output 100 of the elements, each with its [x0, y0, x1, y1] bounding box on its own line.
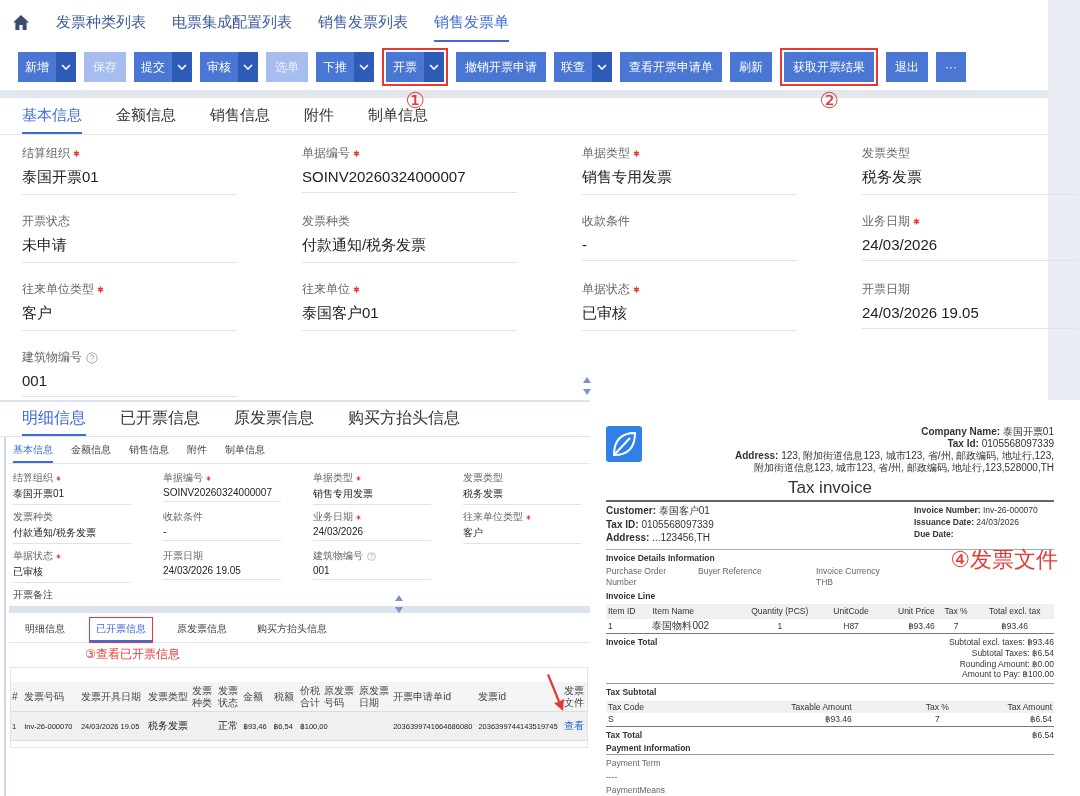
section-heading: Invoice Details Information [606, 552, 715, 564]
tab[interactable]: 原发票信息 [234, 408, 314, 436]
caret-icon[interactable] [177, 64, 187, 70]
field-label: 开票日期 [163, 549, 203, 563]
column-header: 原发票号码 [323, 682, 358, 712]
tab[interactable]: 基本信息 [22, 106, 82, 134]
table-cell: 泰国物料002 [650, 618, 737, 634]
caret-icon[interactable] [61, 64, 71, 70]
toolbar-button[interactable]: 获取开票结果 [784, 52, 874, 82]
tab[interactable]: 明细信息 [19, 618, 71, 642]
column-header: # [11, 682, 24, 712]
column-header: Item Name [650, 604, 737, 619]
tab[interactable]: 购买方抬头信息 [348, 408, 460, 436]
field-label: 单据编号 [302, 145, 360, 162]
table-cell: 税务发票 [146, 711, 192, 741]
payment-item: PaymentMeans [606, 785, 667, 796]
toolbar-button[interactable]: 查看开票申请单 [620, 52, 722, 82]
split-button[interactable]: 审核 [200, 52, 258, 82]
field-value: 001 [313, 565, 431, 580]
scroll-arrows-icon[interactable] [394, 594, 404, 614]
tab[interactable]: 销售信息 [129, 443, 169, 463]
toolbar-button[interactable]: ··· [936, 52, 966, 82]
leaf-logo-icon [606, 426, 642, 462]
field-value: 销售专用发票 [313, 487, 431, 505]
column-header: 税额 [272, 682, 299, 712]
column-header: Tax Code [606, 700, 682, 714]
column-header: 发票文件 [562, 682, 587, 712]
column-header: 原发票日期 [357, 682, 393, 712]
tab[interactable]: 附件 [187, 443, 207, 463]
table-cell: 正常 [216, 711, 243, 741]
tab[interactable]: 购买方抬头信息 [251, 618, 333, 642]
field-value: 24/03/2026 19.05 [862, 304, 1077, 329]
tab[interactable]: 金额信息 [116, 106, 176, 134]
column-header: 发票id [477, 682, 563, 712]
company-info-line: Tax Id: 0105568097339 [946, 438, 1054, 450]
toolbar-button[interactable]: 撤销开票申请 [456, 52, 546, 82]
tab[interactable]: 已开票信息 [90, 618, 152, 642]
table-cell: H87 [823, 618, 879, 634]
field-value: 24/03/2026 [862, 236, 1077, 261]
field-value: 税务发票 [862, 168, 1077, 195]
field-value: 客户 [22, 304, 237, 331]
field-label: 往来单位类型 [22, 281, 104, 298]
split-button[interactable]: 开票 [386, 52, 444, 82]
field-value: 24/03/2026 19.05 [163, 565, 281, 580]
nav-tab[interactable]: 销售发票单 [434, 2, 509, 42]
nav-tab[interactable]: 发票种类列表 [56, 2, 146, 42]
tab[interactable]: 附件 [304, 106, 334, 134]
tab[interactable]: 基本信息 [13, 443, 53, 463]
scroll-arrows-icon[interactable] [582, 376, 592, 396]
caret-icon[interactable] [429, 64, 439, 70]
tab[interactable]: 明细信息 [22, 408, 86, 436]
column-header: 价税合计 [298, 682, 324, 712]
field-label: 单据类型 [582, 145, 640, 162]
field-label: 建筑物编号 [313, 549, 376, 563]
section-heading: Payment Information [606, 743, 1054, 755]
detail-label: Purchase Order Number [606, 566, 667, 588]
invoice-info-line: Due Date: [914, 528, 955, 540]
field-value: 销售专用发票 [582, 168, 797, 195]
total-line: Subtotal Taxes: ฿6.54 [970, 648, 1054, 659]
table-cell: ฿6.54 [962, 713, 1054, 727]
field-label: 发票类型 [463, 471, 503, 485]
field-value: 已审核 [582, 304, 797, 331]
toolbar-button[interactable]: 退出 [886, 52, 928, 82]
split-button[interactable]: 新增 [18, 52, 76, 82]
table-cell: 7 [911, 713, 963, 727]
table-cell: 7 [936, 618, 976, 634]
payment-item: Payment Term [606, 758, 662, 769]
split-button[interactable]: 提交 [134, 52, 192, 82]
table-cell: S [606, 713, 682, 727]
tab[interactable]: 制单信息 [225, 443, 265, 463]
tab[interactable]: 销售信息 [210, 106, 270, 134]
customer-info-line: Customer: 泰国客户01 [606, 505, 711, 518]
split-button[interactable]: 联查 [554, 52, 612, 82]
table-cell: 1 [606, 618, 651, 634]
home-icon[interactable] [12, 13, 30, 31]
tab[interactable]: 已开票信息 [120, 408, 200, 436]
pointer-arrow [545, 674, 565, 712]
caret-icon[interactable] [597, 64, 607, 70]
toolbar-button[interactable]: 刷新 [730, 52, 772, 82]
field-label: 开票日期 [862, 281, 910, 298]
nav-tab[interactable]: 电票集成配置列表 [172, 2, 292, 42]
split-button[interactable]: 下推 [316, 52, 374, 82]
caret-icon[interactable] [243, 64, 253, 70]
caret-icon[interactable] [359, 64, 369, 70]
field-value: 未申请 [22, 236, 237, 263]
detail-value: THB [816, 577, 834, 588]
total-line: Amount to Pay: ฿100.00 [961, 669, 1054, 680]
tab[interactable]: 金额信息 [71, 443, 111, 463]
tax-total-value: ฿6.54 [1032, 729, 1054, 741]
nav-tab[interactable]: 销售发票列表 [318, 2, 408, 42]
field-label: 发票种类 [302, 213, 350, 230]
field-label: 往来单位类型 [463, 510, 531, 524]
field-value: - [582, 236, 797, 261]
field-label: 收款条件 [163, 510, 203, 524]
field-value: 付款通知/税务发票 [302, 236, 517, 263]
tab[interactable]: 原发票信息 [171, 618, 233, 642]
detail-label: Invoice Currency [816, 566, 881, 577]
invoice-title: Tax invoice [606, 477, 1054, 503]
annotation-label: ③查看已开票信息 [85, 646, 180, 663]
column-header: Quantity (PCS) [736, 604, 824, 619]
